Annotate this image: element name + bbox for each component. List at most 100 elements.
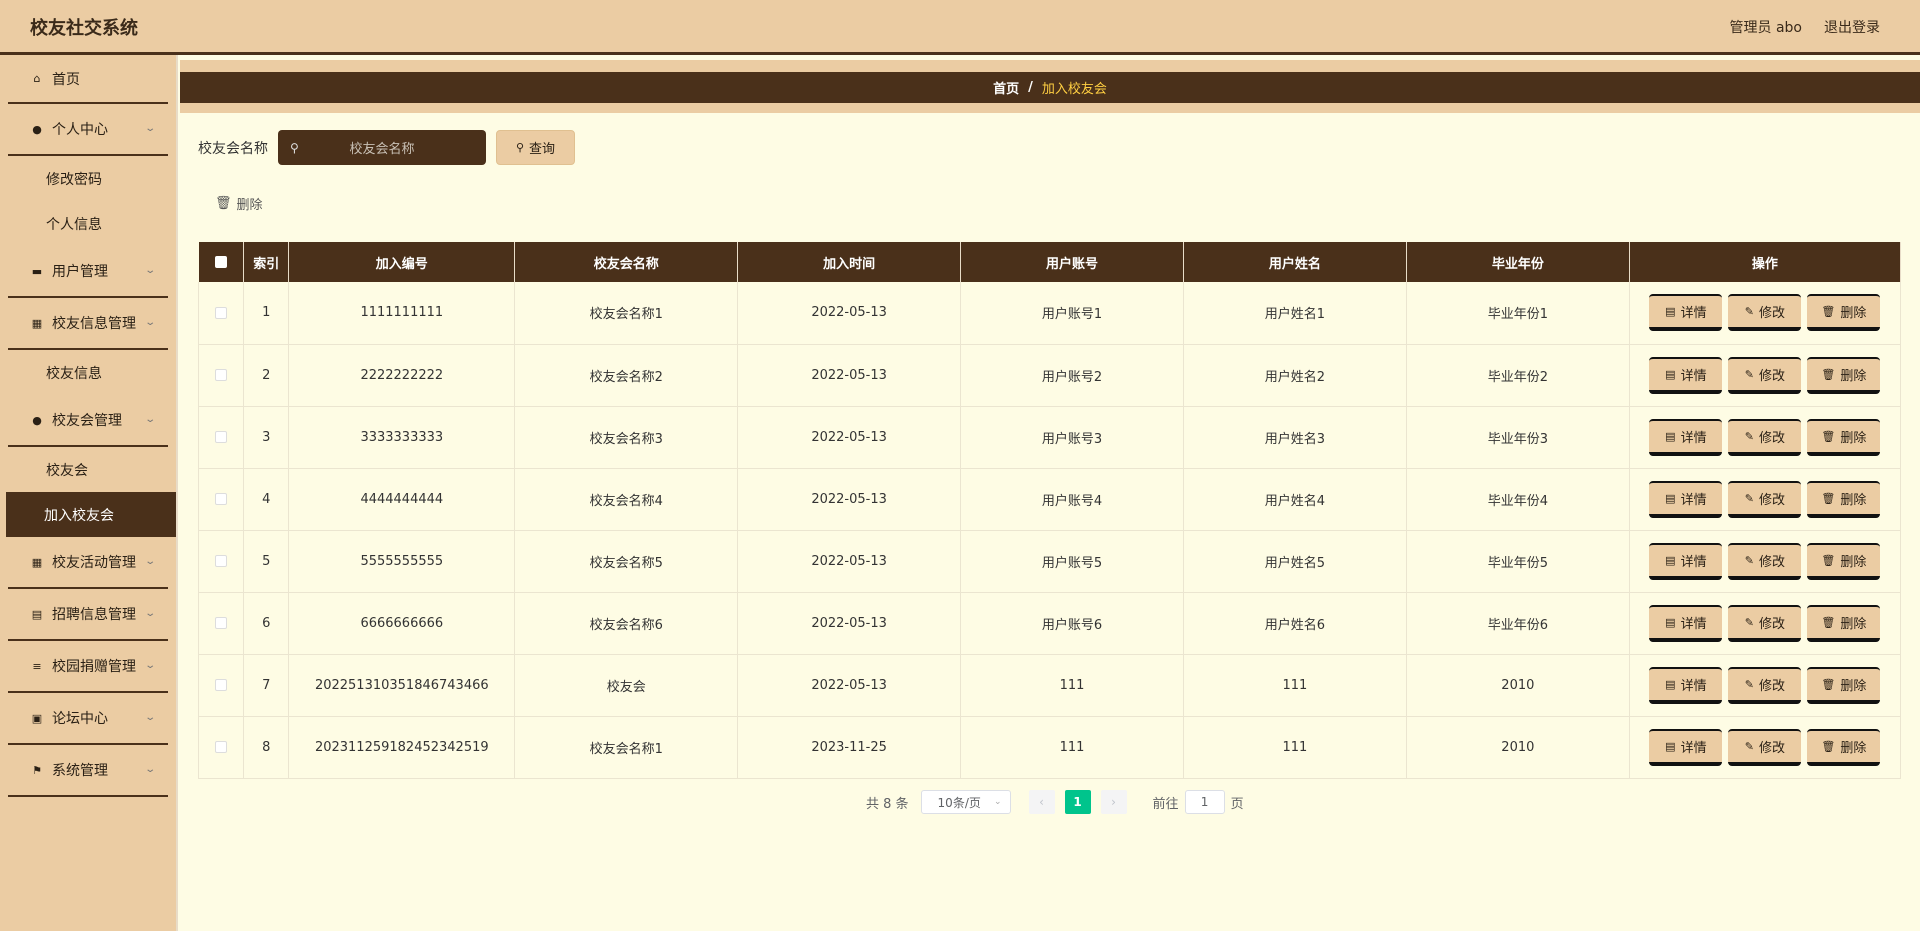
home-icon: ⌂ <box>33 72 41 85</box>
table-cell: 用户姓名2 <box>1183 344 1407 407</box>
edit-icon: ✎ <box>1744 739 1754 753</box>
prev-page-button[interactable]: ‹ <box>1028 790 1055 814</box>
sidebar-item-1[interactable]: ● 个人中心 ⌄ <box>8 104 168 156</box>
row-checkbox[interactable] <box>215 431 228 443</box>
edit-button[interactable]: ✎ 修改 <box>1728 542 1802 580</box>
logout-link[interactable]: 退出登录 <box>1824 17 1880 37</box>
goto-page-input[interactable]: 1 <box>1184 790 1225 814</box>
row-checkbox[interactable] <box>215 555 228 567</box>
row-select-cell[interactable] <box>197 654 245 717</box>
sidebar-item-label: 加入校友会 <box>44 507 114 524</box>
trash-icon: 🗑 <box>1821 677 1836 691</box>
select-all-checkbox[interactable] <box>214 256 227 268</box>
sidebar-item-8[interactable]: 校友会 <box>0 447 176 492</box>
page-size-select[interactable]: 10条/页 ⌄ <box>920 790 1011 814</box>
total-count: 共 8 条 <box>866 796 909 812</box>
sidebar-item-9[interactable]: 加入校友会 <box>6 492 176 537</box>
sidebar-item-3[interactable]: 个人信息 <box>0 201 176 246</box>
edit-button[interactable]: ✎ 修改 <box>1728 604 1802 642</box>
sidebar-item-5[interactable]: ▦ 校友信息管理 ⌄ <box>8 298 168 350</box>
query-button[interactable]: ⚲ 查询 <box>496 130 575 165</box>
delete-button[interactable]: 🗑 删除 <box>1807 418 1881 456</box>
detail-button[interactable]: ▤ 详情 <box>1649 728 1723 766</box>
row-select-cell[interactable] <box>197 282 245 345</box>
row-select-cell[interactable] <box>197 344 245 407</box>
table-cell: 校友会名称1 <box>514 282 739 345</box>
detail-button[interactable]: ▤ 详情 <box>1649 480 1723 518</box>
sidebar-item-7[interactable]: ● 校友会管理 ⌄ <box>8 395 168 447</box>
table-cell: 5555555555 <box>288 530 516 593</box>
sidebar-item-11[interactable]: ▤ 招聘信息管理 ⌄ <box>8 589 168 641</box>
edit-button-label: 修改 <box>1758 306 1785 322</box>
edit-button[interactable]: ✎ 修改 <box>1728 480 1802 518</box>
detail-button-label: 详情 <box>1680 678 1707 694</box>
delete-button[interactable]: 🗑 删除 <box>1807 604 1881 642</box>
search-label: 校友会名称 <box>198 140 268 157</box>
detail-button[interactable]: ▤ 详情 <box>1649 542 1723 580</box>
row-checkbox[interactable] <box>215 369 228 381</box>
sidebar-item-10[interactable]: ▦ 校友活动管理 ⌄ <box>8 537 168 589</box>
row-checkbox[interactable] <box>215 306 228 319</box>
detail-button[interactable]: ▤ 详情 <box>1649 666 1723 704</box>
sidebar-item-label: 系统管理 <box>52 763 108 779</box>
next-page-button[interactable]: › <box>1100 790 1127 814</box>
detail-button[interactable]: ▤ 详情 <box>1649 604 1723 642</box>
select-all-cell[interactable] <box>198 242 245 282</box>
table-cell: 用户账号1 <box>960 282 1184 345</box>
row-select-cell[interactable] <box>197 406 245 469</box>
sidebar-item-4[interactable]: ▬ 用户管理 ⌄ <box>8 246 168 298</box>
edit-button[interactable]: ✎ 修改 <box>1728 356 1802 394</box>
breadcrumb-home[interactable]: 首页 <box>993 78 1019 97</box>
header-right: 管理员 abo 退出登录 <box>1730 17 1880 37</box>
sidebar-item-14[interactable]: ⚑ 系统管理 ⌄ <box>8 745 168 797</box>
edit-button[interactable]: ✎ 修改 <box>1728 294 1802 332</box>
table-cell: 毕业年份1 <box>1406 282 1630 345</box>
detail-button[interactable]: ▤ 详情 <box>1649 294 1723 332</box>
table-cell: 2222222222 <box>288 344 516 407</box>
trash-icon: 🗑 <box>1821 305 1836 319</box>
detail-button[interactable]: ▤ 详情 <box>1649 356 1723 394</box>
delete-button[interactable]: 🗑 删除 <box>1807 356 1881 394</box>
document-icon: ▤ <box>1665 491 1676 505</box>
delete-button[interactable]: 🗑 删除 <box>1807 542 1881 580</box>
row-checkbox[interactable] <box>215 493 228 505</box>
user-icon: ● <box>32 413 42 427</box>
document-icon: ▤ <box>1665 429 1676 443</box>
table-cell: 4444444444 <box>288 468 516 531</box>
document-icon: ▤ <box>1665 739 1676 753</box>
row-checkbox[interactable] <box>215 617 228 629</box>
delete-button[interactable]: 🗑 删除 <box>1807 294 1881 332</box>
detail-button-label: 详情 <box>1680 430 1707 446</box>
table-cell: 用户姓名5 <box>1183 530 1407 593</box>
search-input[interactable]: ⚲ 校友会名称 <box>278 130 486 165</box>
page-number-current[interactable]: 1 <box>1064 790 1091 814</box>
edit-button[interactable]: ✎ 修改 <box>1728 666 1802 704</box>
row-select-cell[interactable] <box>197 716 245 779</box>
row-select-cell[interactable] <box>197 530 245 593</box>
delete-button[interactable]: 🗑 删除 <box>1807 666 1881 704</box>
sidebar-item-13[interactable]: ▣ 论坛中心 ⌄ <box>8 693 168 745</box>
row-select-cell[interactable] <box>197 468 245 531</box>
edit-button[interactable]: ✎ 修改 <box>1728 418 1802 456</box>
edit-button[interactable]: ✎ 修改 <box>1728 728 1802 766</box>
sidebar-item-label: 校友会 <box>46 462 88 479</box>
table-cell: 毕业年份6 <box>1406 592 1630 655</box>
sidebar-item-6[interactable]: 校友信息 <box>0 350 176 395</box>
table-cell: 用户账号2 <box>960 344 1184 407</box>
sidebar-item-2[interactable]: 修改密码 <box>0 156 176 201</box>
edit-button-label: 修改 <box>1758 492 1785 508</box>
row-select-cell[interactable] <box>197 592 245 655</box>
row-checkbox[interactable] <box>215 679 228 691</box>
edit-icon: ✎ <box>1744 553 1754 567</box>
detail-button[interactable]: ▤ 详情 <box>1649 418 1723 456</box>
sidebar-item-12[interactable]: ≡ 校园捐赠管理 ⌄ <box>8 641 168 693</box>
search-bar: 校友会名称 ⚲ 校友会名称 ⚲ 查询 <box>198 130 575 165</box>
sidebar-item-label: 校友信息 <box>46 365 102 382</box>
batch-delete-button[interactable]: 🗑 删除 <box>215 194 263 213</box>
sidebar-item-0[interactable]: ⌂ 首页 <box>8 55 168 104</box>
delete-button[interactable]: 🗑 删除 <box>1807 480 1881 518</box>
query-button-label: 查询 <box>529 142 556 157</box>
delete-button[interactable]: 🗑 删除 <box>1807 728 1881 766</box>
sidebar-item-label: 校园捐赠管理 <box>52 659 136 675</box>
row-checkbox[interactable] <box>215 741 228 753</box>
